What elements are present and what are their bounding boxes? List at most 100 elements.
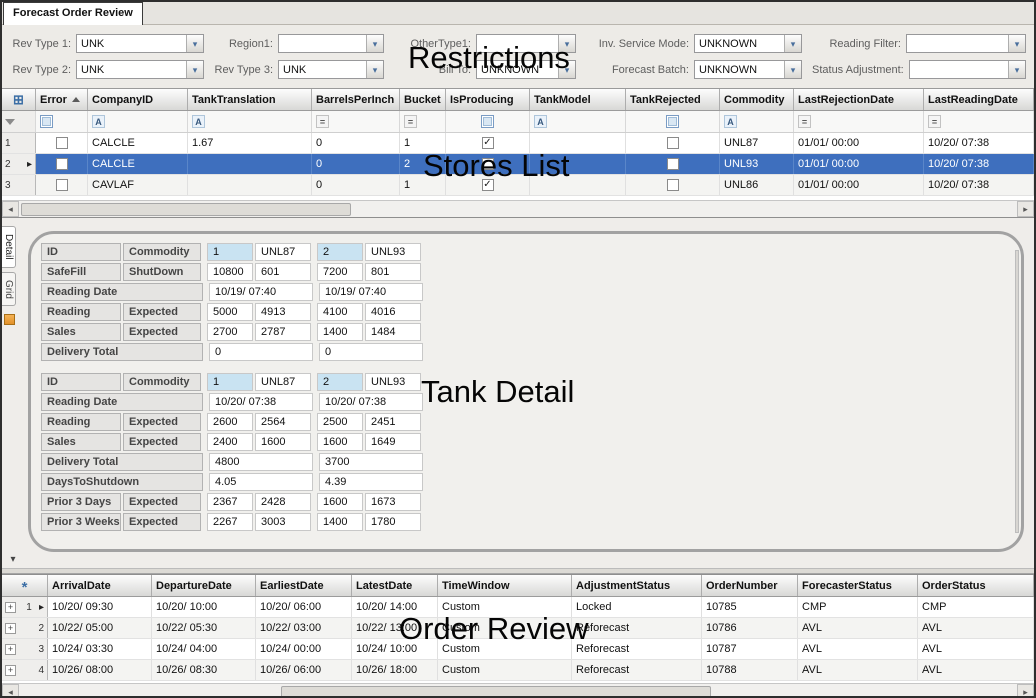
dropdown-button[interactable] — [1008, 35, 1025, 52]
order-row-3[interactable]: 3 10/24/ 03:30 10/24/ 04:00 10/24/ 00:00… — [2, 639, 1034, 660]
grid-panel-icon[interactable] — [4, 314, 15, 325]
forecast-batch-combo[interactable]: UNKNOWN — [694, 60, 802, 79]
cell-orderstatus[interactable]: CMP — [918, 597, 1034, 617]
column-header-adjustmentstatus[interactable]: AdjustmentStatus — [572, 575, 702, 596]
orders-horizontal-scrollbar[interactable] — [2, 683, 1034, 698]
cell-companyid[interactable]: CALCLE — [88, 154, 188, 174]
column-header-isproducing[interactable]: IsProducing — [446, 89, 530, 110]
cell-barrelsperinch[interactable]: 0 — [312, 175, 400, 195]
cell-bucket[interactable]: 1 — [400, 175, 446, 195]
order-row-1[interactable]: 1 10/20/ 09:30 10/20/ 10:00 10/20/ 06:00… — [2, 597, 1034, 618]
dropdown-button[interactable] — [366, 61, 383, 78]
cell-companyid[interactable]: CALCLE — [88, 133, 188, 153]
cell-timewindow[interactable]: Custom — [438, 618, 572, 638]
inv-service-mode-combo[interactable]: UNKNOWN — [694, 34, 802, 53]
column-header-tanktranslation[interactable]: TankTranslation — [188, 89, 312, 110]
column-header-error[interactable]: Error — [36, 89, 88, 110]
cell-error[interactable] — [36, 133, 88, 153]
filter-cell-bucket[interactable] — [400, 111, 446, 132]
cell-timewindow[interactable]: Custom — [438, 639, 572, 659]
cell-isproducing[interactable] — [446, 175, 530, 195]
reading-filter-combo[interactable] — [906, 34, 1026, 53]
order-row-2[interactable]: 2 10/22/ 05:00 10/22/ 05:30 10/22/ 03:00… — [2, 618, 1034, 639]
column-header-departuredate[interactable]: DepartureDate — [152, 575, 256, 596]
region1-combo[interactable] — [278, 34, 384, 53]
filter-cell-tankrejected[interactable] — [626, 111, 720, 132]
tab-grid[interactable]: Grid — [2, 272, 16, 307]
cell-departuredate[interactable]: 10/24/ 04:00 — [152, 639, 256, 659]
row-header[interactable]: 1 — [2, 597, 48, 617]
stores-row-3[interactable]: 3 CAVLAF 0 1 UNL86 01/01/ 00:00 10/20/ 0… — [2, 175, 1034, 196]
cell-lastrejectiondate[interactable]: 01/01/ 00:00 — [794, 175, 924, 195]
cell-tankmodel[interactable] — [530, 154, 626, 174]
column-header-bucket[interactable]: Bucket — [400, 89, 446, 110]
column-header-orderstatus[interactable]: OrderStatus — [918, 575, 1034, 596]
cell-earliestdate[interactable]: 10/24/ 00:00 — [256, 639, 352, 659]
tab-forecast-order-review[interactable]: Forecast Order Review — [3, 2, 143, 25]
expand-row-icon[interactable] — [5, 665, 16, 676]
cell-latestdate[interactable]: 10/20/ 14:00 — [352, 597, 438, 617]
cell-arrivaldate[interactable]: 10/24/ 03:30 — [48, 639, 152, 659]
scroll-left-button[interactable] — [2, 201, 19, 217]
cell-earliestdate[interactable]: 10/26/ 06:00 — [256, 660, 352, 680]
scroll-right-button[interactable] — [1017, 201, 1034, 217]
cell-lastreadingdate[interactable]: 10/20/ 07:38 — [924, 133, 1034, 153]
cell-barrelsperinch[interactable]: 0 — [312, 154, 400, 174]
cell-bucket[interactable]: 1 — [400, 133, 446, 153]
column-header-barrelsperinch[interactable]: BarrelsPerInch — [312, 89, 400, 110]
isproducing-checkbox[interactable] — [482, 158, 494, 170]
cell-ordernumber[interactable]: 10786 — [702, 618, 798, 638]
cell-error[interactable] — [36, 175, 88, 195]
cell-tankrejected[interactable] — [626, 175, 720, 195]
column-header-timewindow[interactable]: TimeWindow — [438, 575, 572, 596]
cell-tankrejected[interactable] — [626, 133, 720, 153]
cell-tankmodel[interactable] — [530, 175, 626, 195]
cell-orderstatus[interactable]: AVL — [918, 618, 1034, 638]
expand-row-icon[interactable] — [5, 623, 16, 634]
filter-row-header[interactable] — [2, 111, 36, 132]
cell-commodity[interactable]: UNL86 — [720, 175, 794, 195]
rev-type-3-combo[interactable]: UNK — [278, 60, 384, 79]
cell-arrivaldate[interactable]: 10/22/ 05:00 — [48, 618, 152, 638]
cell-ordernumber[interactable]: 10785 — [702, 597, 798, 617]
cell-adjustmentstatus[interactable]: Reforecast — [572, 618, 702, 638]
cell-isproducing[interactable] — [446, 133, 530, 153]
column-header-forecasterstatus[interactable]: ForecasterStatus — [798, 575, 918, 596]
filter-cell-tankmodel[interactable] — [530, 111, 626, 132]
cell-tanktranslation[interactable] — [188, 175, 312, 195]
cell-barrelsperinch[interactable]: 0 — [312, 133, 400, 153]
stores-horizontal-scrollbar[interactable] — [2, 200, 1034, 217]
column-header-commodity[interactable]: Commodity — [720, 89, 794, 110]
column-header-arrivaldate[interactable]: ArrivalDate — [48, 575, 152, 596]
cell-tankrejected[interactable] — [626, 154, 720, 174]
cell-tanktranslation[interactable] — [188, 154, 312, 174]
collapse-button[interactable] — [7, 553, 19, 565]
cell-adjustmentstatus[interactable]: Reforecast — [572, 660, 702, 680]
cell-departuredate[interactable]: 10/20/ 10:00 — [152, 597, 256, 617]
filter-cell-error[interactable] — [36, 111, 88, 132]
dropdown-button[interactable] — [186, 35, 203, 52]
cell-departuredate[interactable]: 10/22/ 05:30 — [152, 618, 256, 638]
filter-cell-barrelsperinch[interactable] — [312, 111, 400, 132]
row-header[interactable]: 4 — [2, 660, 48, 680]
othertype1-combo[interactable] — [476, 34, 576, 53]
cell-timewindow[interactable]: Custom — [438, 597, 572, 617]
column-header-ordernumber[interactable]: OrderNumber — [702, 575, 798, 596]
cell-forecasterstatus[interactable]: AVL — [798, 660, 918, 680]
cell-adjustmentstatus[interactable]: Reforecast — [572, 639, 702, 659]
filter-cell-companyid[interactable] — [88, 111, 188, 132]
scroll-right-button[interactable] — [1017, 684, 1034, 698]
cell-forecasterstatus[interactable]: AVL — [798, 618, 918, 638]
tankrejected-checkbox[interactable] — [667, 158, 679, 170]
filter-cell-tanktranslation[interactable] — [188, 111, 312, 132]
scrollbar-thumb[interactable] — [281, 686, 711, 698]
cell-arrivaldate[interactable]: 10/20/ 09:30 — [48, 597, 152, 617]
column-header-tankrejected[interactable]: TankRejected — [626, 89, 720, 110]
rev-type-2-combo[interactable]: UNK — [76, 60, 204, 79]
cell-commodity[interactable]: UNL87 — [720, 133, 794, 153]
dropdown-button[interactable] — [558, 35, 575, 52]
expand-row-icon[interactable] — [5, 644, 16, 655]
stores-row-1[interactable]: 1 CALCLE 1.67 0 1 UNL87 01/01/ 00:00 10/… — [2, 133, 1034, 154]
dropdown-button[interactable] — [784, 35, 801, 52]
status-adjustment-combo[interactable] — [909, 60, 1026, 79]
